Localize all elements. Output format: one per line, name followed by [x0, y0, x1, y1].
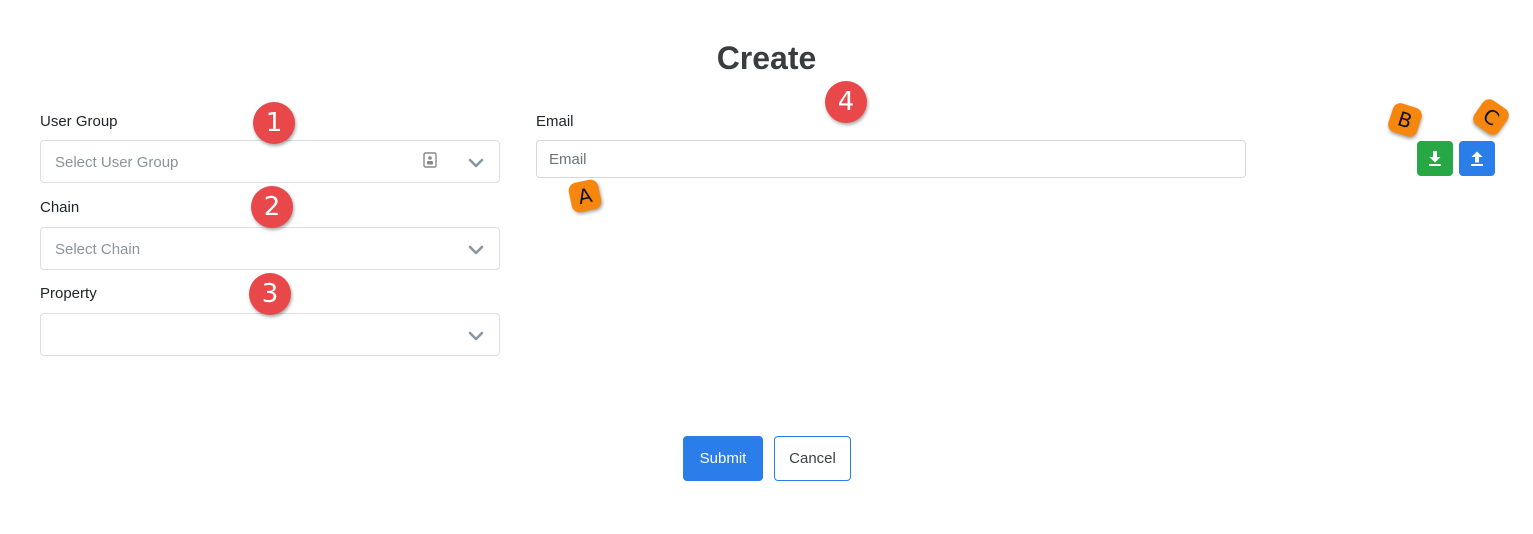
download-icon [1429, 151, 1441, 166]
user-group-placeholder: Select User Group [55, 154, 179, 171]
chevron-down-icon[interactable] [467, 241, 485, 259]
cancel-button[interactable]: Cancel [774, 436, 851, 481]
contact-card-icon[interactable] [423, 152, 437, 168]
submit-button[interactable]: Submit [683, 436, 763, 481]
annotation-marker: 3 [249, 273, 291, 315]
property-label: Property [40, 285, 97, 302]
annotation-marker: 2 [251, 186, 293, 228]
chevron-down-icon[interactable] [467, 327, 485, 345]
email-field[interactable] [536, 140, 1246, 178]
page-title: Create [716, 40, 817, 76]
chain-label: Chain [40, 199, 80, 216]
annotation-marker: 1 [253, 102, 295, 144]
annotation-tag: A [567, 178, 603, 214]
chevron-down-icon[interactable] [467, 154, 485, 172]
property-select[interactable] [40, 313, 500, 356]
annotation-marker: 4 [825, 81, 867, 123]
upload-icon [1471, 151, 1483, 166]
annotation-tag: C [1470, 96, 1512, 138]
chain-placeholder: Select Chain [55, 241, 141, 258]
user-group-select[interactable]: Select User Group [40, 140, 500, 183]
chain-select[interactable]: Select Chain [40, 227, 500, 270]
annotation-tag: B [1386, 101, 1424, 139]
upload-button[interactable] [1459, 141, 1495, 176]
user-group-label: User Group [40, 113, 118, 130]
email-label: Email [536, 113, 574, 130]
download-button[interactable] [1417, 141, 1453, 176]
